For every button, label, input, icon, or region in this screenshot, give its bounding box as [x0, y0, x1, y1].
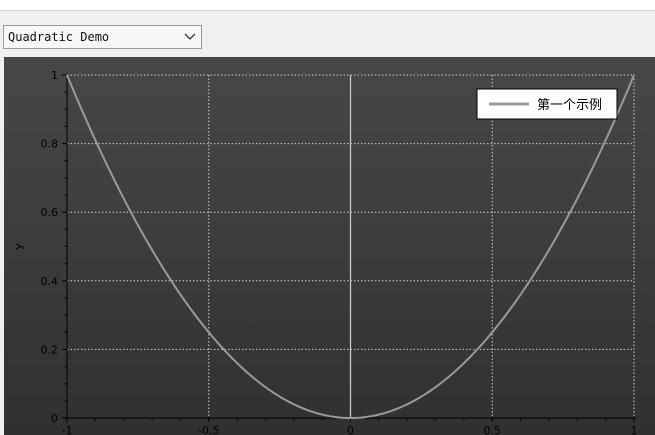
- data-point: [576, 197, 579, 200]
- chart-canvas: -1 -0.5 0 0.5 1 0 0.2 0.4 0.6 0.8 1 y 第一个示例: [12, 69, 638, 435]
- data-point: [519, 293, 522, 296]
- demo-selector-dropdown[interactable]: Quadratic Demo: [3, 25, 202, 49]
- x-tick-label: 0.5: [484, 424, 502, 435]
- data-point: [321, 413, 323, 416]
- data-point: [463, 362, 465, 364]
- y-tick-label: 0.8: [41, 138, 59, 151]
- data-point: [491, 331, 494, 334]
- data-point: [604, 139, 607, 141]
- data-point: [66, 74, 68, 76]
- y-axis-label: y: [12, 243, 25, 250]
- y-tick-label: 0.6: [41, 206, 59, 219]
- chevron-down-icon[interactable]: [179, 26, 201, 48]
- legend-label: 第一个示例: [537, 98, 602, 113]
- x-tick-label: 0: [347, 424, 354, 435]
- x-tick-label: -1: [62, 424, 73, 435]
- data-point: [236, 362, 238, 364]
- y-tick-label: 1: [51, 69, 58, 82]
- data-point: [378, 413, 380, 416]
- data-point: [434, 386, 437, 388]
- data-point: [406, 403, 409, 406]
- top-strip: [0, 0, 655, 11]
- data-point: [94, 139, 97, 141]
- data-point: [548, 249, 550, 251]
- data-point: [151, 249, 153, 251]
- data-point: [293, 403, 295, 406]
- data-point: [122, 197, 125, 200]
- data-point: [349, 417, 352, 419]
- y-tick-label: 0.2: [41, 343, 59, 356]
- y-tick-label: 0.4: [41, 275, 59, 288]
- y-tick-label: 0: [51, 412, 58, 425]
- x-tick-label: -0.5: [198, 424, 219, 435]
- x-tick-label: 1: [631, 424, 638, 435]
- plot-area: -1 -0.5 0 0.5 1 0 0.2 0.4 0.6 0.8 1 y 第一个示例: [4, 57, 655, 435]
- data-point: [207, 331, 210, 334]
- data-point: [264, 386, 267, 388]
- data-point: [179, 293, 182, 296]
- demo-selector-value: Quadratic Demo: [8, 30, 110, 44]
- data-point: [633, 74, 635, 76]
